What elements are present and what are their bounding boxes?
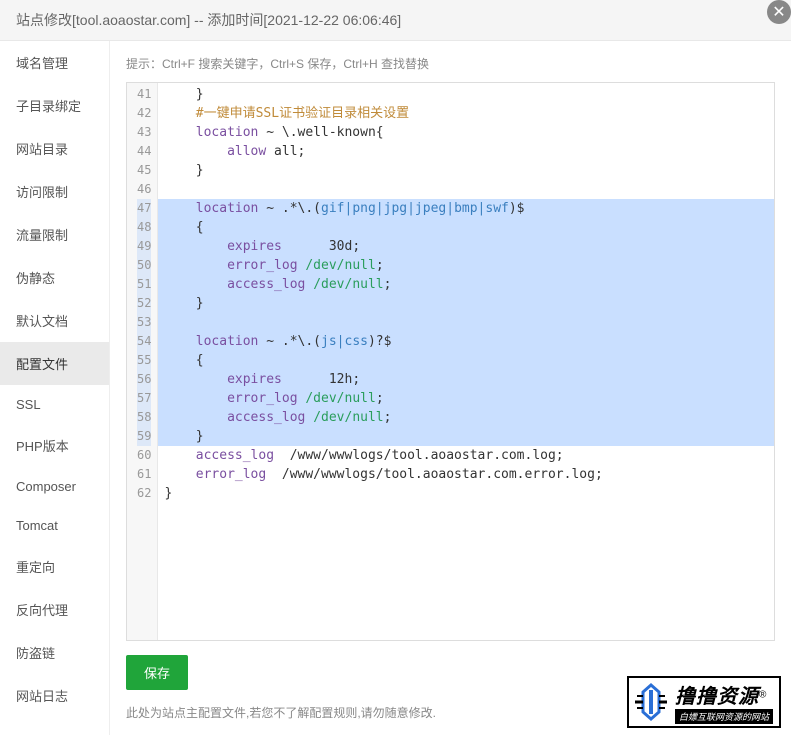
sidebar-item-5[interactable]: 伪静态 xyxy=(0,256,109,299)
line-number: 43 xyxy=(137,123,151,142)
code-line[interactable]: access_log /dev/null; xyxy=(158,275,774,294)
code-line[interactable]: location ~ .*\.(gif|png|jpg|jpeg|bmp|swf… xyxy=(158,199,774,218)
code-line[interactable]: location ~ \.well-known{ xyxy=(158,123,774,142)
sidebar-item-0[interactable]: 域名管理 xyxy=(0,41,109,84)
sidebar-item-12[interactable]: 重定向 xyxy=(0,545,109,588)
code-line[interactable]: location ~ .*\.(js|css)?$ xyxy=(158,332,774,351)
sidebar-item-1[interactable]: 子目录绑定 xyxy=(0,84,109,127)
hint-text: 提示：Ctrl+F 搜索关键字，Ctrl+S 保存，Ctrl+H 查找替换 xyxy=(126,55,775,72)
code-line[interactable] xyxy=(158,180,774,199)
code-line[interactable]: error_log /www/wwwlogs/tool.aoaostar.com… xyxy=(158,465,774,484)
sidebar-item-2[interactable]: 网站目录 xyxy=(0,127,109,170)
line-number: 62 xyxy=(137,484,151,503)
line-number: 42 xyxy=(137,104,151,123)
watermark-main: 撸撸资源 xyxy=(675,686,759,708)
modal-title: 站点修改[tool.aoaostar.com] -- 添加时间[2021-12-… xyxy=(0,0,791,41)
line-number: 52 xyxy=(137,294,151,313)
line-number: 46 xyxy=(137,180,151,199)
sidebar-item-15[interactable]: 网站日志 xyxy=(0,674,109,717)
sidebar-item-10[interactable]: Composer xyxy=(0,467,109,506)
sidebar-item-14[interactable]: 防盗链 xyxy=(0,631,109,674)
line-number: 56 xyxy=(137,370,151,389)
line-number: 44 xyxy=(137,142,151,161)
line-number: 51 xyxy=(137,275,151,294)
sidebar-item-4[interactable]: 流量限制 xyxy=(0,213,109,256)
sidebar-item-13[interactable]: 反向代理 xyxy=(0,588,109,631)
code-line[interactable]: } xyxy=(158,161,774,180)
line-number: 61 xyxy=(137,465,151,484)
code-line[interactable]: allow all; xyxy=(158,142,774,161)
line-number: 58 xyxy=(137,408,151,427)
code-line[interactable]: error_log /dev/null; xyxy=(158,256,774,275)
editor-gutter: 4142434445464748495051525354555657585960… xyxy=(127,83,158,640)
line-number: 60 xyxy=(137,446,151,465)
line-number: 48 xyxy=(137,218,151,237)
code-line[interactable]: } xyxy=(158,427,774,446)
sidebar-item-6[interactable]: 默认文档 xyxy=(0,299,109,342)
line-number: 54 xyxy=(137,332,151,351)
code-line[interactable]: { xyxy=(158,351,774,370)
code-line[interactable]: } xyxy=(158,484,774,503)
line-number: 55 xyxy=(137,351,151,370)
sidebar-item-9[interactable]: PHP版本 xyxy=(0,424,109,467)
line-number: 57 xyxy=(137,389,151,408)
close-icon[interactable]: ✕ xyxy=(767,0,791,24)
code-line[interactable]: access_log /dev/null; xyxy=(158,408,774,427)
content-pane: 提示：Ctrl+F 搜索关键字，Ctrl+S 保存，Ctrl+H 查找替换 41… xyxy=(110,41,791,735)
code-line[interactable]: expires 12h; xyxy=(158,370,774,389)
site-edit-modal: ✕ 站点修改[tool.aoaostar.com] -- 添加时间[2021-1… xyxy=(0,0,791,736)
line-number: 59 xyxy=(137,427,151,446)
line-number: 53 xyxy=(137,313,151,332)
sidebar-item-7[interactable]: 配置文件 xyxy=(0,342,109,385)
editor-code[interactable]: } #一键申请SSL证书验证目录相关设置 location ~ \.well-k… xyxy=(158,83,774,640)
watermark-reg: ® xyxy=(759,690,766,701)
modal-body: 域名管理子目录绑定网站目录访问限制流量限制伪静态默认文档配置文件SSLPHP版本… xyxy=(0,41,791,735)
code-line[interactable]: error_log /dev/null; xyxy=(158,389,774,408)
sidebar-item-8[interactable]: SSL xyxy=(0,385,109,424)
sidebar: 域名管理子目录绑定网站目录访问限制流量限制伪静态默认文档配置文件SSLPHP版本… xyxy=(0,41,110,735)
sidebar-item-11[interactable]: Tomcat xyxy=(0,506,109,545)
code-line[interactable]: #一键申请SSL证书验证目录相关设置 xyxy=(158,104,774,123)
code-line[interactable] xyxy=(158,313,774,332)
watermark-logo-icon xyxy=(631,682,671,722)
code-line[interactable]: access_log /www/wwwlogs/tool.aoaostar.co… xyxy=(158,446,774,465)
sidebar-item-3[interactable]: 访问限制 xyxy=(0,170,109,213)
watermark-sub: 白嫖互联网资源的网站 xyxy=(675,709,773,724)
code-line[interactable]: } xyxy=(158,294,774,313)
line-number: 45 xyxy=(137,161,151,180)
line-number: 49 xyxy=(137,237,151,256)
code-editor[interactable]: 4142434445464748495051525354555657585960… xyxy=(126,82,775,641)
save-button[interactable]: 保存 xyxy=(126,655,188,690)
code-line[interactable]: } xyxy=(158,85,774,104)
line-number: 50 xyxy=(137,256,151,275)
watermark: 撸撸资源® 白嫖互联网资源的网站 xyxy=(627,676,781,728)
line-number: 41 xyxy=(137,85,151,104)
code-line[interactable]: { xyxy=(158,218,774,237)
code-line[interactable]: expires 30d; xyxy=(158,237,774,256)
line-number: 47 xyxy=(137,199,151,218)
